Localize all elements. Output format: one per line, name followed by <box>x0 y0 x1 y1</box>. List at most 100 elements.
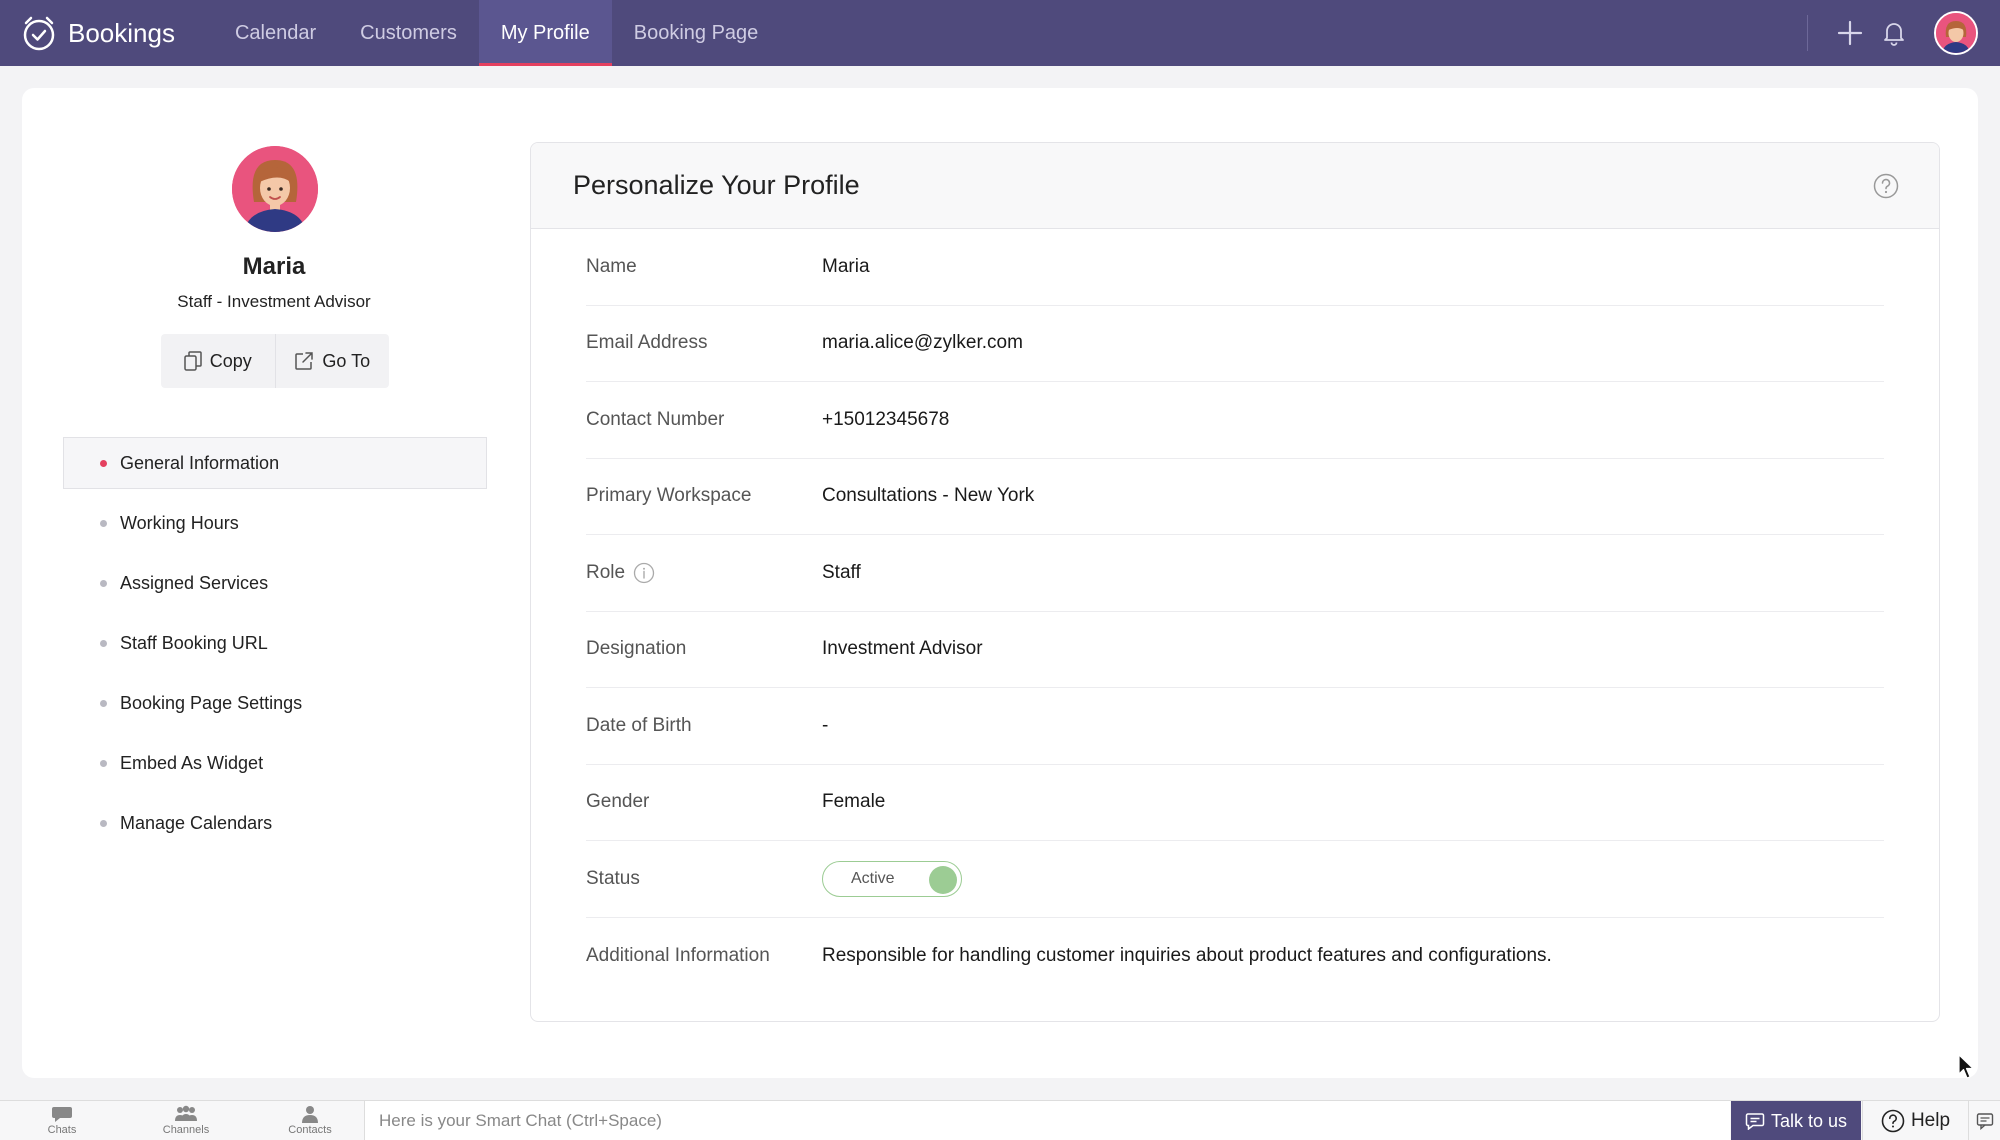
mouse-pointer-icon <box>1958 1054 1974 1079</box>
dock-contacts[interactable]: Contacts <box>248 1101 372 1140</box>
smart-chat-input[interactable]: Here is your Smart Chat (Ctrl+Space) <box>364 1101 1730 1140</box>
user-avatar[interactable] <box>1934 11 1978 55</box>
field-row-contact-number: Contact Number +15012345678 <box>586 382 1884 459</box>
status-toggle-knob <box>929 865 957 894</box>
profile-name: Maria <box>242 253 306 280</box>
menu-label: General Information <box>120 452 280 473</box>
menu-item-staff-booking-url[interactable]: Staff Booking URL <box>63 617 487 669</box>
copy-icon <box>183 351 202 371</box>
menu-item-booking-page-settings[interactable]: Booking Page Settings <box>63 677 487 729</box>
copy-button[interactable]: Copy <box>161 334 275 388</box>
field-value-designation: Investment Advisor <box>822 638 983 660</box>
field-value-additional-information: Responsible for handling customer inquir… <box>822 944 1552 966</box>
menu-item-general-information[interactable]: General Information <box>63 437 487 489</box>
field-label: Primary Workspace <box>586 485 752 507</box>
menu-dot <box>100 460 107 467</box>
panel-title: Personalize Your Profile <box>573 170 860 200</box>
menu-dot <box>100 700 107 707</box>
field-row-status: Status Active <box>586 841 1884 918</box>
app-name: Bookings <box>68 17 175 48</box>
profile-fields: Name Maria Email Address maria.alice@zyl… <box>531 229 1939 994</box>
user-avatar-image <box>1936 13 1976 53</box>
menu-item-assigned-services[interactable]: Assigned Services <box>63 557 487 609</box>
go-to-button[interactable]: Go To <box>274 334 390 388</box>
help-circle-icon <box>1881 1109 1905 1133</box>
menu-item-working-hours[interactable]: Working Hours <box>63 497 487 549</box>
field-value-name: Maria <box>822 255 870 277</box>
menu-label: Embed As Widget <box>120 752 264 773</box>
bottom-bar: Chats Channels Contacts Here is your Sma… <box>0 1100 2000 1140</box>
bookings-logo-icon <box>23 16 55 51</box>
field-row-primary-workspace: Primary Workspace Consultations - New Yo… <box>586 459 1884 535</box>
top-divider <box>1807 15 1808 51</box>
field-label: Gender <box>586 791 650 813</box>
profile-avatar-image <box>232 146 318 232</box>
field-row-date-of-birth: Date of Birth - <box>586 688 1884 765</box>
field-label-role: Role <box>586 562 822 584</box>
menu-item-embed-as-widget[interactable]: Embed As Widget <box>63 737 487 789</box>
copy-label: Copy <box>209 350 252 371</box>
nav-tab-calendar[interactable]: Calendar <box>213 0 338 66</box>
help-label: Help <box>1910 1110 1951 1131</box>
field-label: Date of Birth <box>586 714 692 736</box>
content-card: Maria Staff - Investment Advisor Copy Go… <box>22 88 1978 1078</box>
field-label: Additional Information <box>586 944 770 966</box>
help-button[interactable]: Help <box>1862 1101 1968 1140</box>
field-value-contact-number: +15012345678 <box>822 408 950 430</box>
main-nav: Calendar Customers My Profile Booking Pa… <box>213 0 780 66</box>
go-to-label: Go To <box>322 350 371 371</box>
menu-dot <box>100 760 107 767</box>
bell-icon <box>1884 23 1904 46</box>
nav-tab-booking-page[interactable]: Booking Page <box>612 0 781 66</box>
dock-label: Channels <box>162 1124 210 1136</box>
nav-tab-customers[interactable]: Customers <box>338 0 479 66</box>
field-label: Role <box>586 561 626 583</box>
field-label: Email Address <box>586 332 708 354</box>
profile-role: Staff - Investment Advisor <box>177 292 371 311</box>
profile-sidebar: Maria Staff - Investment Advisor Copy Go… <box>22 88 550 1078</box>
field-label: Designation <box>586 638 687 660</box>
field-value-date-of-birth: - <box>822 714 829 736</box>
question-mark-icon[interactable] <box>1873 173 1899 199</box>
contacts-icon <box>302 1106 318 1123</box>
external-link-icon <box>295 352 314 370</box>
profile-avatar <box>232 146 318 232</box>
menu-dot <box>100 640 107 647</box>
status-toggle-label: Active <box>851 869 895 887</box>
field-label: Status <box>586 867 640 889</box>
notifications-button[interactable] <box>1872 11 1916 55</box>
menu-dot <box>100 580 107 587</box>
field-value-role: Staff <box>822 561 861 583</box>
feedback-button[interactable] <box>1968 1101 2000 1140</box>
talk-to-us-button[interactable]: Talk to us <box>1731 1101 1861 1140</box>
profile-actions: Copy Go To <box>161 334 389 388</box>
info-icon[interactable] <box>633 562 655 584</box>
field-value-gender: Female <box>822 791 886 813</box>
field-row-designation: Designation Investment Advisor <box>586 612 1884 688</box>
field-row-email: Email Address maria.alice@zylker.com <box>586 306 1884 382</box>
dock-label: Contacts <box>288 1124 332 1136</box>
profile-section-menu: General Information Working Hours Assign… <box>63 437 487 857</box>
add-button[interactable] <box>1828 11 1872 55</box>
menu-label: Assigned Services <box>120 572 269 593</box>
menu-label: Booking Page Settings <box>120 692 303 713</box>
field-value-email: maria.alice@zylker.com <box>822 332 1023 354</box>
field-row-gender: Gender Female <box>586 765 1884 841</box>
top-navigation-bar: Bookings Calendar Customers My Profile B… <box>0 0 2000 66</box>
brand[interactable]: Bookings <box>20 14 175 52</box>
menu-item-manage-calendars[interactable]: Manage Calendars <box>63 797 487 849</box>
dock-label: Chats <box>47 1124 77 1136</box>
menu-label: Staff Booking URL <box>120 632 268 653</box>
nav-tab-my-profile[interactable]: My Profile <box>478 0 612 66</box>
dock-chats[interactable]: Chats <box>0 1101 124 1140</box>
message-icon <box>1745 1113 1765 1130</box>
personalize-profile-panel: Personalize Your Profile Name Maria Emai… <box>530 142 1940 1022</box>
top-actions <box>1807 0 2000 66</box>
dock-channels[interactable]: Channels <box>124 1101 248 1140</box>
menu-label: Manage Calendars <box>120 812 273 833</box>
status-toggle[interactable]: Active <box>822 860 962 897</box>
channels-icon <box>175 1105 197 1121</box>
panel-header: Personalize Your Profile <box>531 143 1939 229</box>
plus-icon <box>1837 20 1863 46</box>
chat-icon <box>52 1107 72 1122</box>
